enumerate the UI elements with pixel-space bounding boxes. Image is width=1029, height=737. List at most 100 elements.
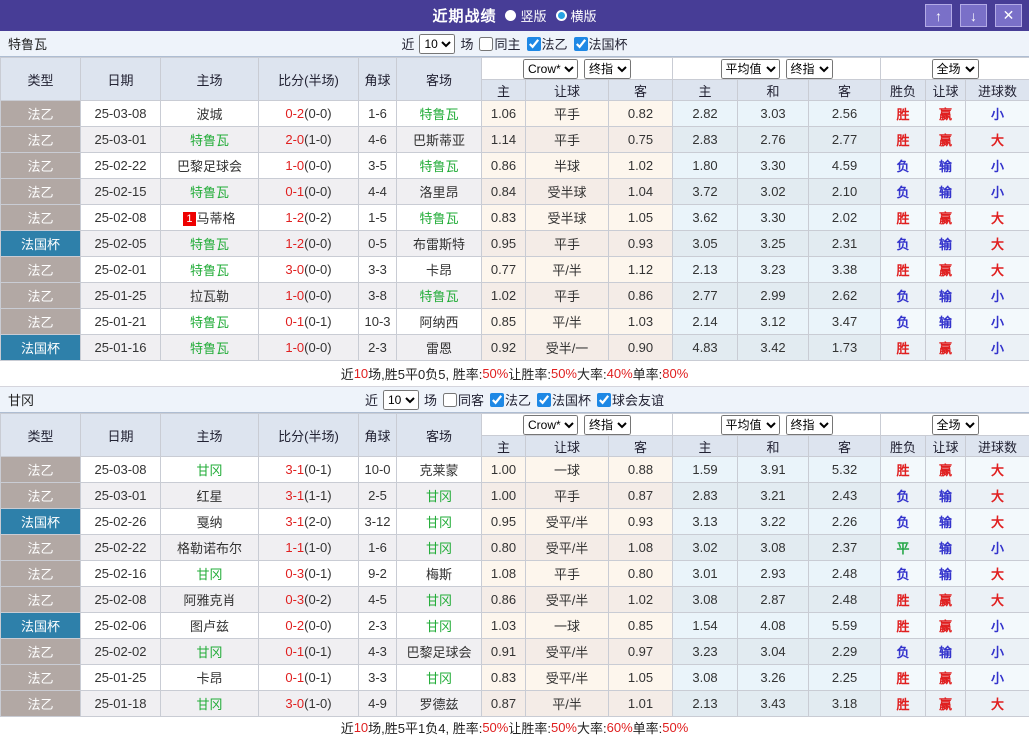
team-name-text: 甘冈 — [426, 541, 452, 556]
cell-result-wdl: 负 — [881, 153, 926, 179]
cell-competition: 法乙 — [1, 665, 81, 691]
summary-segment: 近 — [341, 364, 354, 383]
filter-ligue2[interactable]: 法乙 — [486, 390, 531, 409]
filter-ligue2[interactable]: 法乙 — [523, 34, 568, 53]
team-name-text: 甘冈 — [426, 619, 452, 634]
radio-selected-icon[interactable] — [505, 10, 516, 21]
summary-segment: 场,胜5平1负4, 胜率: — [368, 718, 482, 737]
header-type: 类型 — [1, 414, 81, 457]
cell-odds-handicap: 平手 — [526, 561, 609, 587]
team-name-text: 阿雅克肖 — [183, 593, 235, 608]
cell-odds-handicap: 受平/半 — [526, 509, 609, 535]
cell-result-wdl: 胜 — [881, 205, 926, 231]
cell-score: 0-3(0-2) — [259, 587, 359, 613]
match-count-select[interactable]: 10 — [419, 34, 455, 54]
cell-home-team: 特鲁瓦 — [161, 127, 259, 153]
halftime-score: (0-0) — [304, 184, 331, 199]
match-row: 法乙 25-01-25 卡昂 0-1(0-1) 3-3 甘冈 0.83 受平/半… — [1, 665, 1029, 691]
summary-segment: 80% — [662, 366, 688, 381]
cell-result-wdl: 平 — [881, 535, 926, 561]
bookmaker-select[interactable]: Crow* — [523, 59, 578, 79]
cell-result-handicap: 赢 — [926, 587, 966, 613]
move-up-button[interactable]: ↑ — [925, 4, 952, 27]
fulltime-select[interactable]: 全场 — [932, 415, 979, 435]
coupe-checkbox[interactable] — [537, 393, 551, 407]
average-select[interactable]: 平均值 — [721, 415, 780, 435]
radio-vertical-layout[interactable]: 竖版 — [505, 6, 546, 25]
close-button[interactable]: ✕ — [995, 4, 1022, 27]
cell-odds-handicap: 平手 — [526, 231, 609, 257]
cell-score: 0-1(0-1) — [259, 309, 359, 335]
final-odds-select[interactable]: 终指 — [584, 415, 631, 435]
radio-horizontal-layout[interactable]: 横版 — [556, 6, 597, 25]
cell-score: 3-1(1-1) — [259, 483, 359, 509]
cell-avg-home: 1.59 — [673, 457, 738, 483]
section-bar-troyes: 特鲁瓦 近 10 场 同主 法乙 法国杯 — [0, 31, 1029, 57]
filter-coupe[interactable]: 法国杯 — [570, 34, 628, 53]
final-average-select[interactable]: 终指 — [786, 415, 833, 435]
team-name-text: 特鲁瓦 — [190, 263, 229, 278]
friendly-checkbox[interactable] — [597, 393, 611, 407]
cell-corner: 9-2 — [359, 561, 397, 587]
cell-result-wdl: 负 — [881, 509, 926, 535]
cell-avg-draw: 3.02 — [738, 179, 809, 205]
filter-friendly[interactable]: 球会友谊 — [593, 390, 664, 409]
cell-competition: 法乙 — [1, 639, 81, 665]
cell-home-team: 特鲁瓦 — [161, 335, 259, 361]
fulltime-score: 1-1 — [285, 540, 304, 555]
fulltime-score: 0-1 — [285, 314, 304, 329]
cell-competition: 法乙 — [1, 309, 81, 335]
final-average-select[interactable]: 终指 — [786, 59, 833, 79]
cell-odds-home: 1.06 — [482, 101, 526, 127]
team-name-text: 甘冈 — [426, 671, 452, 686]
cell-home-team: 甘冈 — [161, 639, 259, 665]
summary-segment: 50% — [482, 720, 508, 735]
checkbox-label: 法国杯 — [552, 390, 591, 409]
average-select[interactable]: 平均值 — [721, 59, 780, 79]
same-away-checkbox[interactable] — [443, 393, 457, 407]
cell-score: 0-2(0-0) — [259, 101, 359, 127]
cell-result-handicap: 输 — [926, 283, 966, 309]
cell-avg-home: 2.14 — [673, 309, 738, 335]
cell-result-handicap: 输 — [926, 639, 966, 665]
match-count-select[interactable]: 10 — [383, 390, 419, 410]
cell-date: 25-03-08 — [81, 457, 161, 483]
cell-avg-away: 3.18 — [809, 691, 881, 717]
fulltime-select[interactable]: 全场 — [932, 59, 979, 79]
cell-score: 0-2(0-0) — [259, 613, 359, 639]
cell-score: 2-0(1-0) — [259, 127, 359, 153]
match-row: 法乙 25-02-08 1马蒂格 1-2(0-2) 1-5 特鲁瓦 0.83 受… — [1, 205, 1029, 231]
final-odds-select[interactable]: 终指 — [584, 59, 631, 79]
header-avg-home: 主 — [673, 436, 738, 457]
radio-unselected-icon[interactable] — [556, 10, 567, 21]
cell-odds-handicap: 受半/一 — [526, 335, 609, 361]
cell-avg-away: 2.29 — [809, 639, 881, 665]
cell-score: 1-0(0-0) — [259, 283, 359, 309]
header-avg-away: 客 — [809, 80, 881, 101]
cell-odds-away: 1.12 — [609, 257, 673, 283]
filter-controls: 近 10 场 同客 法乙 法国杯 球会友谊 — [365, 390, 664, 410]
cell-result-goals: 大 — [966, 205, 1029, 231]
cell-result-wdl: 胜 — [881, 613, 926, 639]
ligue2-checkbox[interactable] — [527, 37, 541, 51]
move-down-button[interactable]: ↓ — [960, 4, 987, 27]
cell-date: 25-02-01 — [81, 257, 161, 283]
cell-score: 1-2(0-0) — [259, 231, 359, 257]
cell-result-wdl: 负 — [881, 309, 926, 335]
team-name-text: 特鲁瓦 — [419, 211, 458, 226]
team-name-text: 甘冈 — [196, 697, 222, 712]
cell-result-wdl: 胜 — [881, 691, 926, 717]
cell-score: 0-1(0-1) — [259, 639, 359, 665]
ligue2-checkbox[interactable] — [490, 393, 504, 407]
cell-away-team: 甘冈 — [397, 535, 482, 561]
halftime-score: (1-0) — [304, 540, 331, 555]
cell-avg-home: 2.13 — [673, 691, 738, 717]
coupe-checkbox[interactable] — [574, 37, 588, 51]
filter-same-away[interactable]: 同客 — [439, 390, 484, 409]
cell-odds-away: 0.93 — [609, 509, 673, 535]
filter-same-home[interactable]: 同主 — [475, 34, 520, 53]
same-home-checkbox[interactable] — [479, 37, 493, 51]
header-date: 日期 — [81, 58, 161, 101]
filter-coupe[interactable]: 法国杯 — [533, 390, 591, 409]
bookmaker-select[interactable]: Crow* — [523, 415, 578, 435]
